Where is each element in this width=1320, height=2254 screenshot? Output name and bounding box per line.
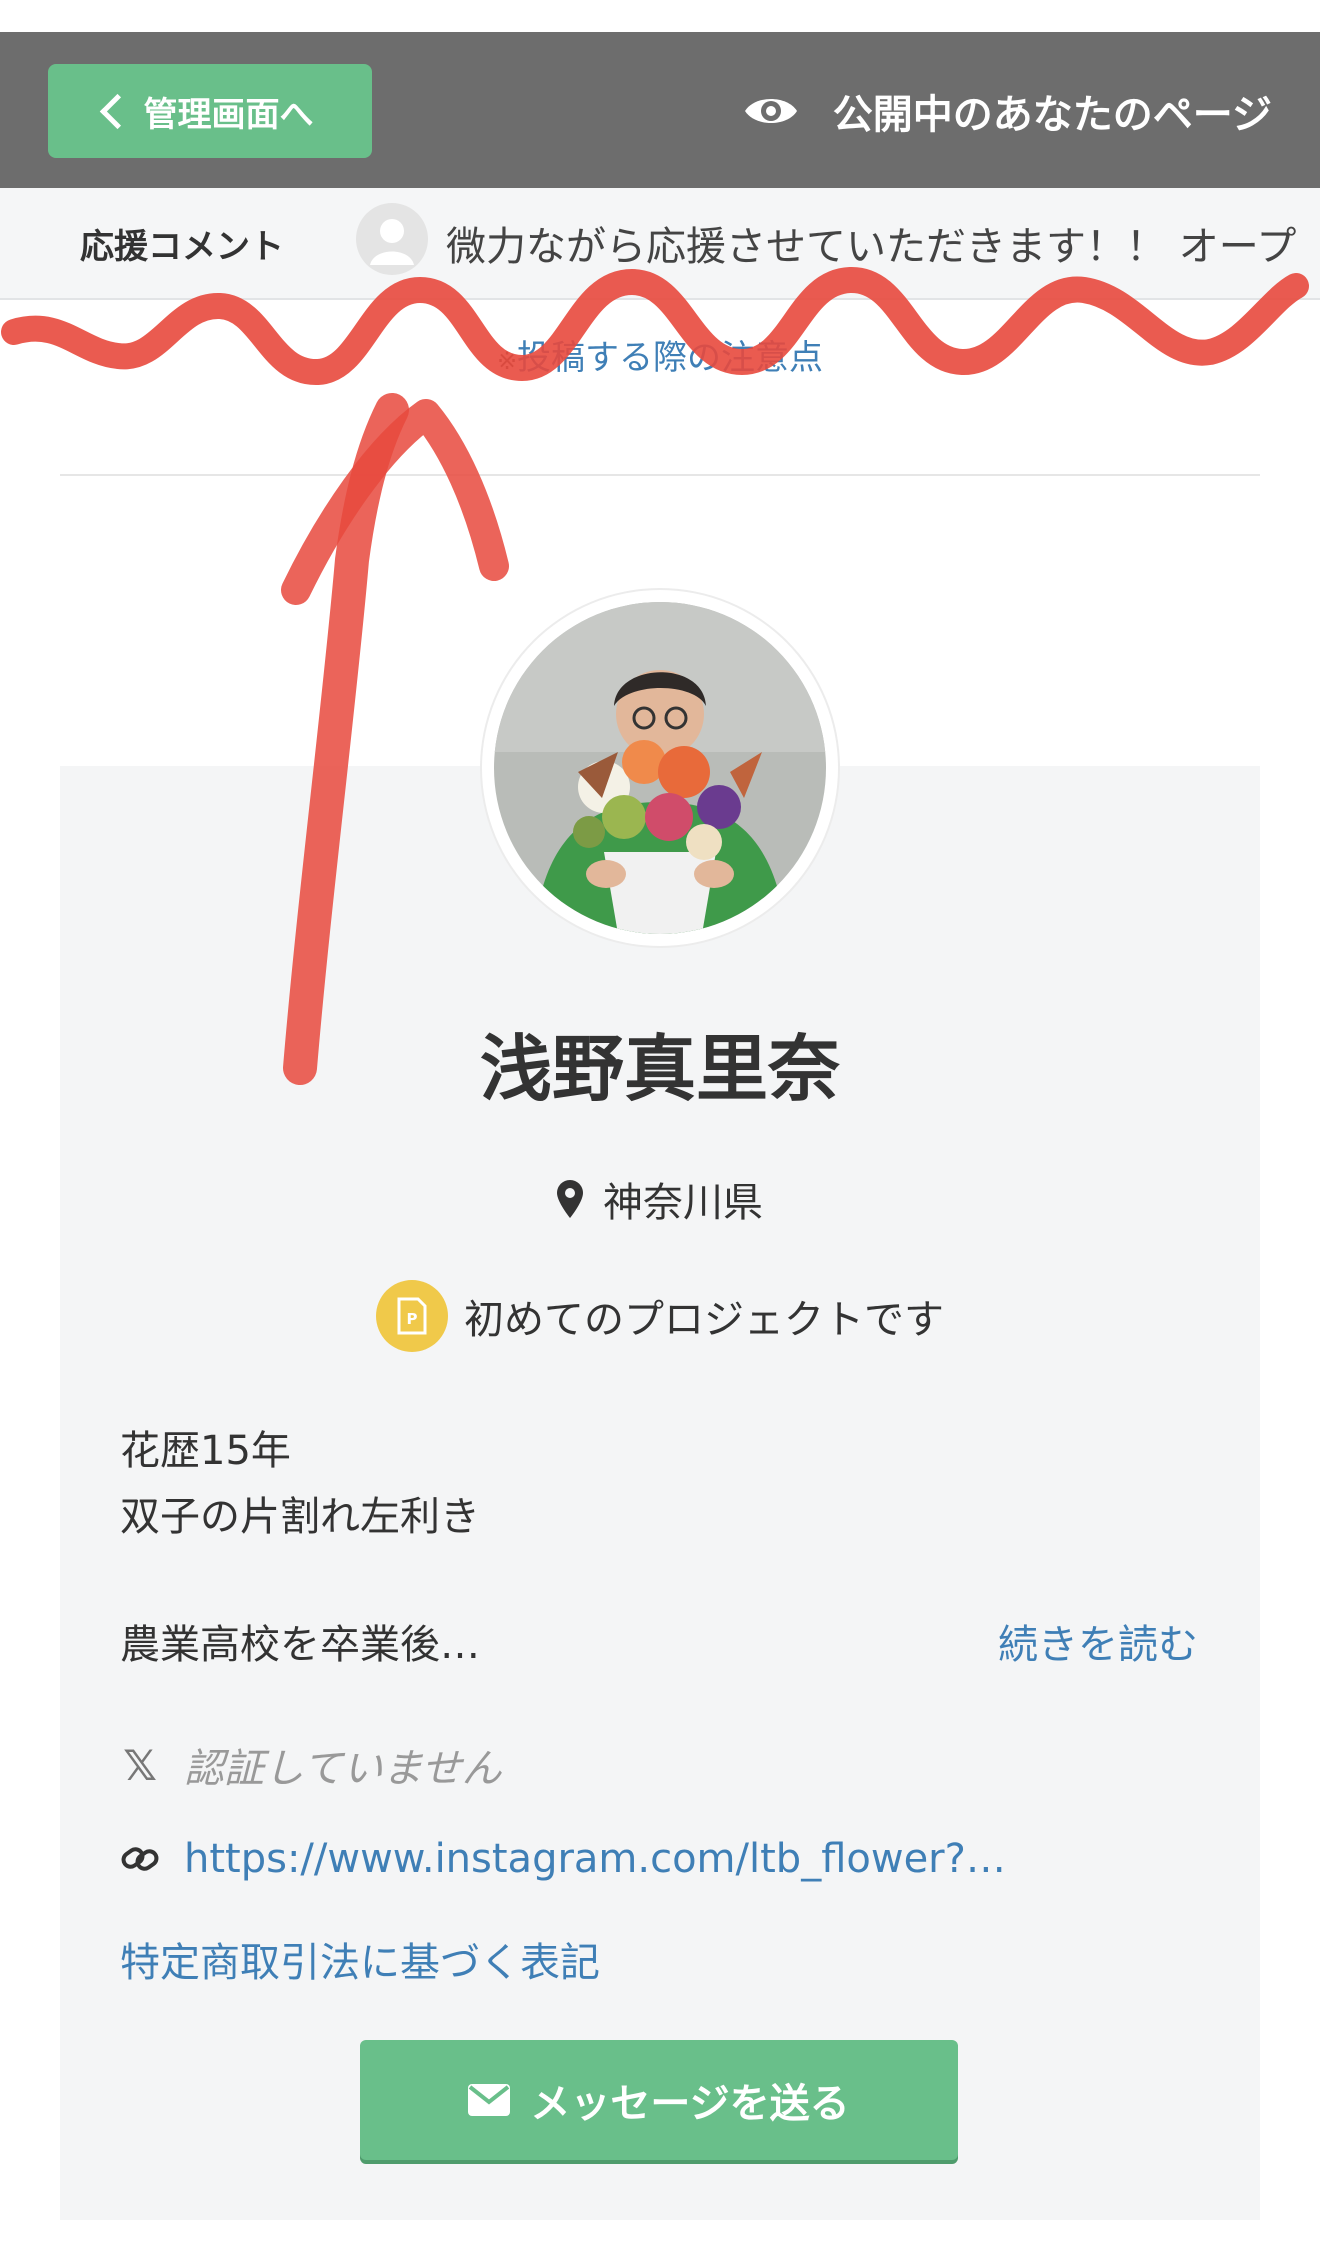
ticker-comment: 微力ながら応援させていただきます！！ オープ [446,224,1297,270]
posting-notice-link[interactable]: ※投稿する際の注意点 [0,330,1320,379]
location-pin-icon [557,1180,583,1218]
eye-icon [744,99,797,123]
notice-mark: ※ [496,347,518,375]
annotation-arrow-head [281,399,509,605]
website-row[interactable]: https://www.instagram.com/ltb_flower?… [120,1836,1006,1882]
commerce-law-link[interactable]: 特定商取引法に基づく表記 [120,1930,600,1988]
website-url[interactable]: https://www.instagram.com/ltb_flower?… [184,1836,1006,1882]
public-page-link[interactable]: 公開中のあなたのページ [743,64,1272,158]
public-page-label: 公開中のあなたのページ [832,92,1272,138]
back-to-dashboard-button[interactable]: 管理画面へ [48,64,372,158]
profile-name: 浅野真里奈 [479,1027,840,1111]
x-account-status: 𝕏 認証していません [120,1736,502,1794]
send-message-button[interactable]: メッセージを送る [360,2040,958,2160]
first-project-text: 初めてのプロジェクトです [464,1297,944,1343]
bio-preview: 農業高校を卒業後… [120,1622,480,1668]
support-comment-ticker[interactable]: 応援コメント 微力ながら応援させていただきます！！ オープ [0,188,1320,300]
bio-line: 花歴15年 [120,1428,291,1474]
envelope-icon [468,2084,511,2116]
location: 神奈川県 [0,1170,1320,1228]
user-avatar-icon [356,203,428,275]
read-more-link[interactable]: 続きを読む [998,1612,1198,1670]
send-message-label: メッセージを送る [530,2081,850,2127]
chevron-left-icon [99,93,135,129]
divider [60,474,1260,476]
link-icon [121,1847,159,1871]
bio-line: 双子の片割れ左利き [120,1494,480,1540]
profile-photo [494,602,826,934]
notice-text: 投稿する際の注意点 [517,338,824,378]
x-status-text: 認証していません [184,1746,502,1792]
svg-text:P: P [407,1310,418,1328]
x-logo-icon: 𝕏 [123,1740,157,1790]
first-project-badge: P 初めてのプロジェクトです [0,1280,1320,1352]
avatar [494,602,826,934]
top-bar: 管理画面へ 公開中のあなたのページ [0,32,1320,188]
project-icon: P [376,1280,448,1352]
bio: 花歴15年 双子の片割れ左利き [120,1418,480,1550]
ticker-label: 応援コメント [80,226,284,267]
location-text: 神奈川県 [603,1180,763,1226]
back-button-label: 管理画面へ [143,94,314,135]
